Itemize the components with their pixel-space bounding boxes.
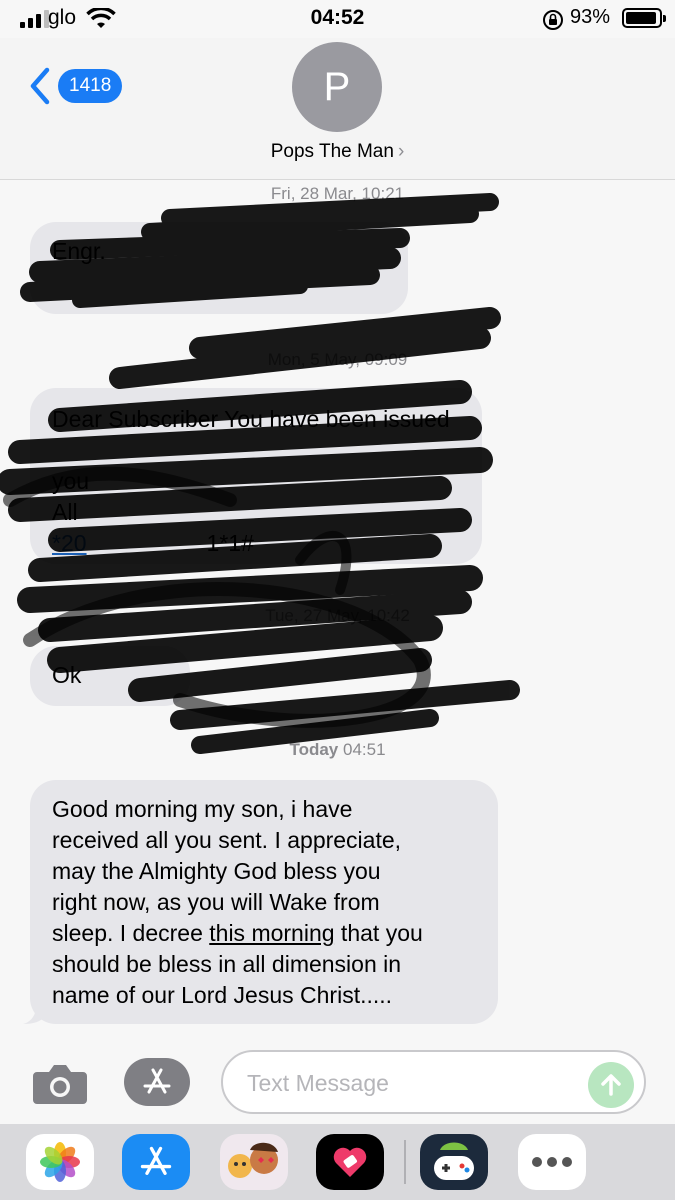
- app-store-icon: [140, 1146, 172, 1175]
- message-text-line: should be bless in all dimension in: [52, 951, 402, 977]
- message-bubble-received[interactable]: Ok: [30, 646, 190, 706]
- message-text: that you: [334, 920, 423, 946]
- date-link[interactable]: this morning: [209, 920, 334, 946]
- more-apps-icon: [532, 1157, 572, 1167]
- back-button[interactable]: 1418: [28, 66, 123, 106]
- message-bubble-received[interactable]: Good morning my son, i have received all…: [23, 780, 498, 1024]
- message-text-line: All: [52, 499, 78, 525]
- contact-name-button[interactable]: Pops The Man ›: [0, 141, 675, 163]
- rotation-lock-icon: [543, 10, 563, 30]
- timestamp: Today 04:51: [0, 740, 675, 760]
- message-text-line: may the Almighty God bless you: [52, 858, 381, 884]
- chevron-left-icon: [30, 67, 50, 105]
- memoji-app[interactable]: [220, 1134, 288, 1190]
- bubble-tail: [23, 1006, 45, 1024]
- game-app[interactable]: [420, 1134, 488, 1190]
- timestamp: Mon, 5 May, 09:09: [267, 350, 408, 369]
- app-store-app[interactable]: [122, 1134, 190, 1190]
- message-text-line: name of our Lord Jesus Christ.....: [52, 982, 393, 1008]
- timestamp-time: 04:51: [343, 740, 386, 759]
- message-text: Engr.: [52, 238, 106, 264]
- app-store-icon: [143, 1068, 171, 1094]
- message-text: 1*1#: [206, 530, 254, 556]
- battery-percent: 93%: [570, 6, 611, 28]
- message-text-line: right now, as you will Wake from: [52, 889, 380, 915]
- more-apps-button[interactable]: [518, 1134, 586, 1190]
- message-text: Ok: [52, 662, 82, 688]
- timestamp: Tue, 27 May, 10:42: [265, 606, 410, 625]
- photos-icon: [40, 1142, 80, 1182]
- message-bubble-received[interactable]: Engr.: [30, 222, 408, 314]
- timestamp: Fri, 28 Mar, 10:21: [270, 184, 405, 203]
- message-text-line: you: [52, 468, 90, 494]
- message-link[interactable]: *20: [52, 530, 87, 556]
- digital-touch-icon: [333, 1147, 367, 1177]
- contact-avatar[interactable]: P: [292, 42, 382, 132]
- send-arrow-icon: [601, 1074, 621, 1096]
- photos-app[interactable]: [26, 1134, 94, 1190]
- app-drawer: [0, 1124, 675, 1200]
- chevron-right-icon: ›: [397, 141, 405, 162]
- camera-icon[interactable]: [33, 1062, 87, 1104]
- battery-fill: [626, 12, 656, 24]
- memoji-icon: [228, 1142, 278, 1178]
- unread-count-badge: 1418: [58, 69, 123, 103]
- message-text: sleep. I decree: [52, 920, 210, 946]
- message-text-line: sleep. I decree this morning that you: [52, 918, 476, 949]
- send-button[interactable]: [588, 1062, 634, 1108]
- message-input[interactable]: Text Message: [221, 1050, 646, 1114]
- conversation-header: 1418 P Pops The Man ›: [0, 38, 675, 180]
- status-bar: glo 04:52 93%: [0, 0, 675, 38]
- battery-icon: [622, 8, 666, 28]
- message-text-line: Good morning my son, i have: [52, 796, 353, 822]
- message-bubble-received[interactable]: Dear Subscriber You have been issued you…: [30, 388, 482, 564]
- digital-touch-app[interactable]: [316, 1134, 384, 1190]
- message-text-line: received all you sent. I appreciate,: [52, 827, 402, 853]
- contact-name: Pops The Man: [270, 141, 394, 162]
- timestamp-day: Today: [289, 740, 339, 759]
- app-store-button[interactable]: [124, 1058, 190, 1106]
- message-text-line: Dear Subscriber You have been issued: [52, 406, 450, 432]
- drawer-divider: [404, 1140, 406, 1184]
- game-app-icon: [434, 1142, 474, 1180]
